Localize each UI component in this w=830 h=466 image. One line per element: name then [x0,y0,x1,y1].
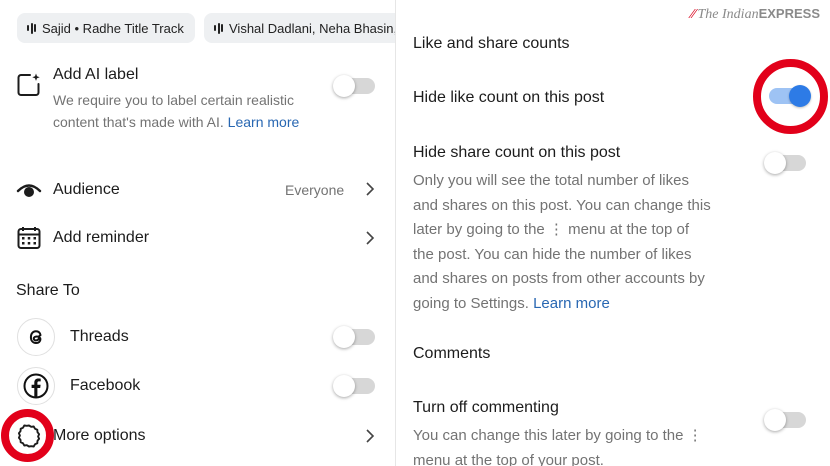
chevron-right-icon[interactable] [363,429,377,443]
highlight-circle-hide-like [753,59,828,134]
turn-off-commenting-toggle[interactable] [764,409,806,431]
description-line-last: going to Settings. Learn more [413,292,763,317]
audio-bars-icon [27,22,36,34]
watermark-suffix: EXPRESS [758,6,820,21]
hide-share-count-description: Only you will see the total number of li… [413,169,763,316]
threads-label: Threads [70,328,129,345]
ai-label-icon [17,73,40,96]
more-options-label[interactable]: More options [53,427,146,445]
highlight-circle-more-options [1,409,54,462]
facebook-toggle[interactable] [333,375,375,397]
description-line: the post. You can hide the number of lik… [413,245,692,263]
the-indian-express-watermark: ⁄⁄ The IndianEXPRESS [691,6,820,23]
hide-share-count-toggle[interactable] [764,152,806,174]
ai-label-toggle[interactable] [333,75,375,97]
watermark-prefix: The Indian [697,7,759,22]
hide-share-count-label: Hide share count on this post [413,144,621,161]
audience-label[interactable]: Audience [53,181,120,199]
comments-heading: Comments [413,345,491,362]
hide-like-count-label: Hide like count on this post [413,89,605,106]
music-chip-vishal[interactable]: Vishal Dadlani, Neha Bhasin, [204,13,396,43]
description-line: going to Settings. [413,294,529,312]
description-line: and shares on posts from other accounts … [413,270,705,287]
music-chip-label: Vishal Dadlani, Neha Bhasin, [229,20,396,36]
description-line: Only you will see the total number of li… [413,172,689,189]
music-chip-label: Sajid • Radhe Title Track [42,20,184,36]
threads-logo [17,318,55,356]
description-line: and shares on this post. You can change … [413,196,711,214]
facebook-label: Facebook [70,377,141,394]
description-line: You can change this later by going to th… [413,427,703,444]
threads-toggle[interactable] [333,326,375,348]
ai-label-learn-more-link[interactable]: Learn more [228,114,300,130]
audience-eye-icon [16,184,42,197]
description-line: later by going to the ⋮ menu at the top … [413,221,690,238]
description-line: menu at the top of your post. [413,451,604,466]
turn-off-commenting-label: Turn off commenting [413,399,559,416]
ai-label-description: We require you to label certain realisti… [53,90,323,133]
like-share-counts-heading: Like and share counts [413,35,570,52]
share-to-heading: Share To [16,282,80,299]
music-chip-sajid[interactable]: Sajid • Radhe Title Track [17,13,195,43]
facebook-logo [17,367,55,405]
ie-mark-icon: ⁄⁄ [690,7,696,22]
left-settings-panel: Sajid • Radhe Title Track Vishal Dadlani… [0,0,396,466]
right-settings-panel: ⁄⁄ The IndianEXPRESS Like and share count… [396,0,830,466]
turn-off-commenting-description: You can change this later by going to th… [413,424,763,466]
threads-icon [29,330,42,345]
calendar-icon [17,227,41,249]
chevron-right-icon[interactable] [363,231,377,245]
audio-bars-icon [214,22,223,34]
ai-label-title: Add AI label [53,66,139,83]
facebook-icon [23,373,49,399]
audience-value: Everyone [285,182,345,198]
chevron-right-icon[interactable] [363,182,377,196]
hide-share-learn-more-link[interactable]: Learn more [533,295,610,312]
add-reminder-label[interactable]: Add reminder [53,229,149,247]
